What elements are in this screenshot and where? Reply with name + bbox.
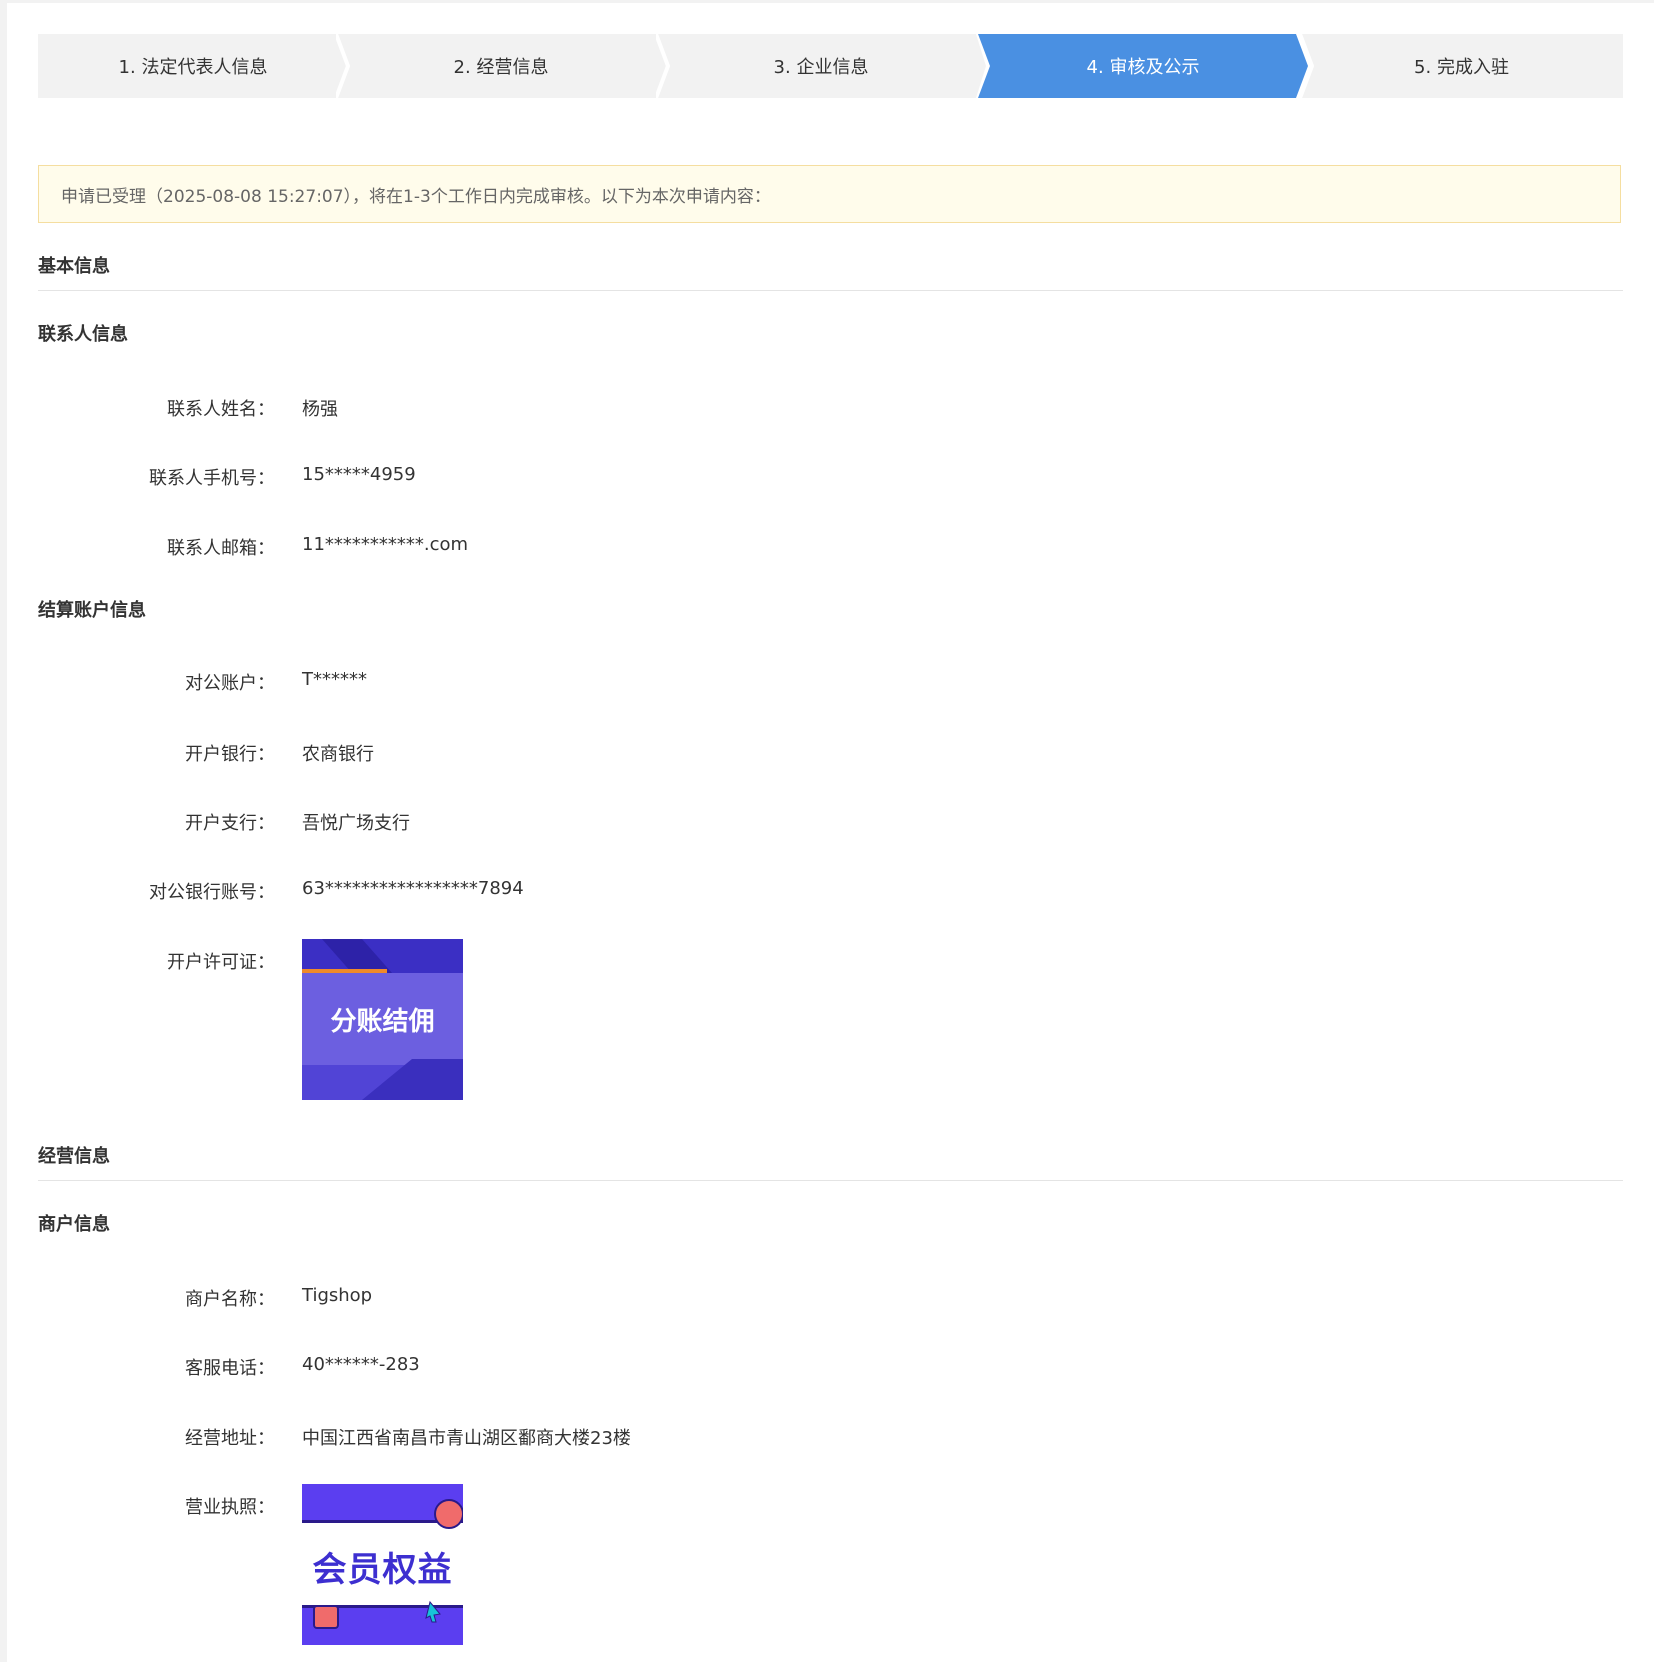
service-phone-value: 40******-283 [302,1354,420,1375]
bank-number-value: 63*****************7894 [302,878,524,899]
merchant-name-label: 商户名称： [185,1289,275,1310]
step-4: 4. 审核及公示 [978,34,1308,98]
step-5-label: 5. 完成入驻 [1414,57,1509,78]
account-value: T****** [302,669,367,690]
address-value: 中国江西省南昌市青山湖区鄱商大楼23楼 [302,1428,631,1449]
business-license-image[interactable]: 会员权益 [302,1484,463,1645]
step-3-label: 3. 企业信息 [773,57,869,78]
bank-number-label: 对公银行账号： [149,882,275,903]
merchant-title: 商户信息 [38,1214,110,1235]
address-label: 经营地址： [185,1428,275,1449]
bank-label: 开户银行： [185,744,275,765]
status-notice: 申请已受理（2025-08-08 15:27:07），将在1-3个工作日内完成审… [38,165,1621,223]
progress-steps: 1. 法定代表人信息 2. 经营信息 3. 企业信息 4. 审核及公示 5. 完… [38,34,1623,98]
service-phone-label: 客服电话： [185,1358,275,1379]
account-label: 对公账户： [185,673,275,694]
step-1: 1. 法定代表人信息 [38,34,348,98]
branch-label: 开户支行： [185,813,275,834]
step-1-label: 1. 法定代表人信息 [118,57,268,78]
contact-email-label: 联系人邮箱： [167,538,275,559]
section-basic-title: 基本信息 [38,256,110,277]
step-2-label: 2. 经营信息 [453,57,549,78]
divider [38,1180,1623,1181]
contact-name-label: 联系人姓名： [167,399,275,420]
business-license-label: 营业执照： [185,1497,275,1518]
contact-phone-label: 联系人手机号： [149,468,275,489]
bank-value: 农商银行 [302,744,374,765]
account-license-label: 开户许可证： [167,952,275,973]
settlement-title: 结算账户信息 [38,600,146,621]
contact-name-value: 杨强 [302,399,338,420]
business-license-image-text: 会员权益 [312,1550,453,1590]
account-license-image-text: 分账结佣 [330,1007,435,1037]
account-license-image[interactable]: 分账结佣 [302,939,463,1100]
contact-phone-value: 15*****4959 [302,464,416,485]
contact-title: 联系人信息 [38,324,128,345]
divider [38,290,1623,291]
section-business-title: 经营信息 [38,1146,110,1167]
step-4-label: 4. 审核及公示 [1086,57,1200,78]
branch-value: 吾悦广场支行 [302,813,410,834]
step-5: 5. 完成入驻 [1300,34,1623,98]
contact-email-value: 11***********.com [302,534,469,555]
step-2: 2. 经营信息 [336,34,666,98]
merchant-name-value: Tigshop [302,1285,373,1306]
step-3: 3. 企业信息 [656,34,986,98]
